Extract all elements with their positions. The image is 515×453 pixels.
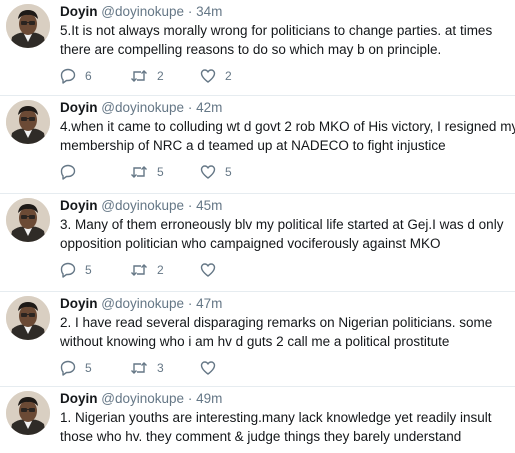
- retweet-button[interactable]: 2: [130, 68, 200, 84]
- tweet-text: 1. Nigerian youths are interesting.many …: [60, 408, 509, 446]
- tweet-text-line: without knowing who i am hv d guts 2 cal…: [60, 334, 450, 349]
- tweet-header: Doyin @doyinokupe · 42m: [60, 99, 509, 116]
- timestamp[interactable]: 45m: [196, 198, 222, 213]
- retweet-icon: [131, 264, 147, 276]
- retweet-icon: [131, 362, 147, 374]
- avatar[interactable]: [6, 100, 50, 144]
- separator: ·: [187, 100, 193, 115]
- heart-icon: [200, 165, 216, 179]
- like-button[interactable]: 5: [200, 164, 270, 180]
- retweet-count: 2: [157, 69, 164, 83]
- separator: ·: [187, 391, 193, 406]
- retweet-button[interactable]: 3: [130, 360, 200, 376]
- tweet-actions: 6 2 2: [60, 65, 509, 87]
- avatar[interactable]: [6, 296, 50, 340]
- tweet-text-line: there are compelling reasons to do so wh…: [60, 42, 442, 57]
- author-name[interactable]: Doyin: [60, 391, 98, 406]
- retweet-count: 3: [157, 361, 164, 375]
- retweet-icon: [131, 166, 147, 178]
- tweet-actions: 5 3: [60, 357, 509, 379]
- avatar[interactable]: [6, 198, 50, 242]
- reply-icon: [60, 164, 76, 180]
- reply-button[interactable]: 5: [60, 360, 130, 376]
- author-name[interactable]: Doyin: [60, 100, 98, 115]
- tweet[interactable]: Doyin @doyinokupe · 42m 4.when it came t…: [0, 96, 515, 194]
- author-handle[interactable]: @doyinokupe: [101, 391, 184, 406]
- heart-icon: [200, 263, 216, 277]
- timestamp[interactable]: 49m: [196, 391, 222, 406]
- reply-icon: [60, 360, 76, 376]
- reply-count: 5: [85, 263, 92, 277]
- reply-count: 5: [85, 361, 92, 375]
- tweet-text-line: 1. Nigerian youths are interesting.many …: [60, 410, 492, 425]
- author-handle[interactable]: @doyinokupe: [101, 296, 184, 311]
- tweet-text: 5.It is not always morally wrong for pol…: [60, 21, 509, 59]
- author-name[interactable]: Doyin: [60, 296, 98, 311]
- tweet-actions: 5 5: [60, 161, 509, 183]
- tweet-text-line: 5.It is not always morally wrong for pol…: [60, 23, 493, 38]
- like-button[interactable]: [200, 262, 270, 278]
- author-handle[interactable]: @doyinokupe: [101, 4, 184, 19]
- tweet-header: Doyin @doyinokupe · 34m: [60, 3, 509, 20]
- tweet-text: 2. I have read several disparaging remar…: [60, 313, 509, 351]
- avatar[interactable]: [6, 4, 50, 48]
- avatar[interactable]: [6, 391, 50, 435]
- retweet-button[interactable]: 5: [130, 164, 200, 180]
- tweet-text: 4.when it came to colluding wt d govt 2 …: [60, 117, 515, 155]
- reply-icon: [60, 68, 76, 84]
- tweet-text-line: 3. Many of them erroneously blv my polit…: [60, 217, 504, 232]
- reply-button[interactable]: [60, 164, 130, 180]
- author-name[interactable]: Doyin: [60, 198, 98, 213]
- author-handle[interactable]: @doyinokupe: [101, 198, 184, 213]
- tweet-text-line: 2. I have read several disparaging remar…: [60, 315, 493, 330]
- separator: ·: [187, 198, 193, 213]
- tweet-header: Doyin @doyinokupe · 47m: [60, 295, 509, 312]
- like-count: 5: [225, 165, 232, 179]
- reply-icon: [60, 262, 76, 278]
- tweet-feed: Doyin @doyinokupe · 34m 5.It is not alwa…: [0, 0, 515, 453]
- tweet-text-line: 4.when it came to colluding wt d govt 2 …: [60, 119, 515, 134]
- retweet-count: 2: [157, 263, 164, 277]
- tweet[interactable]: Doyin @doyinokupe · 49m 1. Nigerian yout…: [0, 387, 515, 453]
- tweet-actions: 5 2: [60, 259, 509, 281]
- retweet-count: 5: [157, 165, 164, 179]
- author-name[interactable]: Doyin: [60, 4, 98, 19]
- timestamp[interactable]: 34m: [196, 4, 222, 19]
- like-button[interactable]: [200, 360, 270, 376]
- separator: ·: [187, 296, 193, 311]
- timestamp[interactable]: 47m: [196, 296, 222, 311]
- retweet-button[interactable]: 2: [130, 262, 200, 278]
- like-count: 2: [225, 69, 232, 83]
- tweet[interactable]: Doyin @doyinokupe · 47m 2. I have read s…: [0, 292, 515, 387]
- tweet-text: 3. Many of them erroneously blv my polit…: [60, 215, 509, 253]
- tweet-text-line: opposition politician who campaigned voc…: [60, 236, 441, 251]
- tweet[interactable]: Doyin @doyinokupe · 34m 5.It is not alwa…: [0, 0, 515, 96]
- tweet-text-line: membership of NRC a d teamed up at NADEC…: [60, 138, 446, 153]
- timestamp[interactable]: 42m: [196, 100, 222, 115]
- tweet[interactable]: Doyin @doyinokupe · 45m 3. Many of them …: [0, 194, 515, 292]
- heart-icon: [200, 361, 216, 375]
- heart-icon: [200, 69, 216, 83]
- retweet-icon: [131, 70, 147, 82]
- reply-button[interactable]: 6: [60, 68, 130, 84]
- reply-count: 6: [85, 69, 92, 83]
- tweet-text-line: those who hv. they comment & judge thing…: [60, 429, 462, 444]
- separator: ·: [187, 4, 193, 19]
- reply-button[interactable]: 5: [60, 262, 130, 278]
- author-handle[interactable]: @doyinokupe: [101, 100, 184, 115]
- tweet-header: Doyin @doyinokupe · 49m: [60, 390, 509, 407]
- like-button[interactable]: 2: [200, 68, 270, 84]
- tweet-header: Doyin @doyinokupe · 45m: [60, 197, 509, 214]
